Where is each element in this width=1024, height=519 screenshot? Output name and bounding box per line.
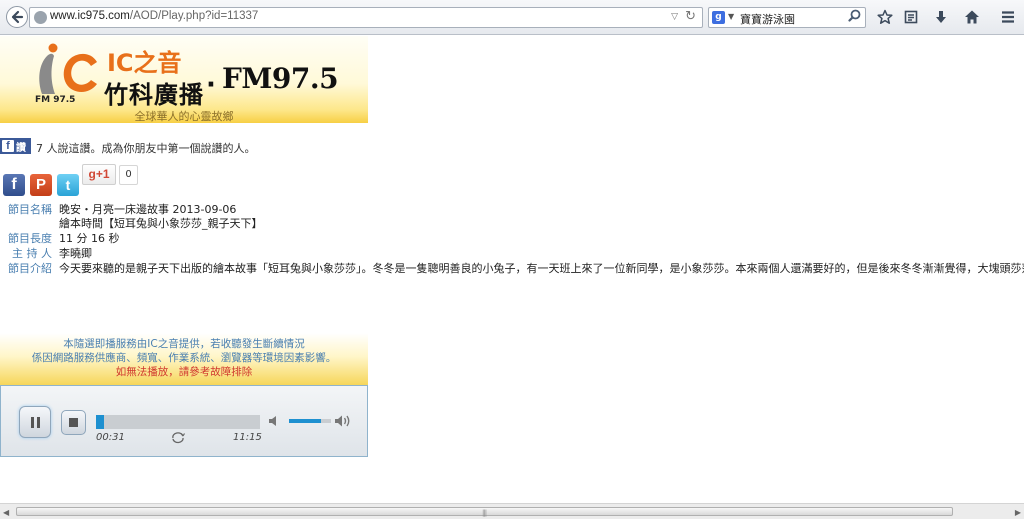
- search-magnifier-icon[interactable]: [848, 9, 861, 26]
- bookmarks-menu-icon[interactable]: [900, 6, 922, 28]
- volume-fill: [289, 419, 321, 423]
- google-plus-one-button[interactable]: g+1: [82, 164, 116, 185]
- program-length-label: 節目長度: [8, 232, 52, 245]
- logo-separator: ·: [206, 70, 216, 100]
- logo-frequency: FM97.5: [222, 62, 339, 95]
- logo-ic-text: IC之音: [107, 49, 182, 77]
- banner-slogan: 全球華人的心靈故鄉: [134, 110, 234, 123]
- program-length-value: 11 分 16 秒: [59, 232, 120, 245]
- facebook-like-button[interactable]: f 讚: [0, 138, 31, 154]
- logo-station-name: 竹科廣播: [104, 81, 204, 109]
- progress-fill: [96, 415, 104, 429]
- share-plurk-icon[interactable]: P: [30, 174, 52, 196]
- reload-icon[interactable]: ↻: [685, 9, 696, 24]
- home-icon[interactable]: [961, 6, 983, 28]
- troubleshooting-link[interactable]: 如無法播放，請參考故障排除: [0, 365, 368, 379]
- progress-bar[interactable]: [96, 415, 260, 429]
- hamburger-menu-icon[interactable]: [997, 6, 1019, 28]
- mute-icon[interactable]: [267, 414, 281, 428]
- audio-player: 00:31 11:15: [0, 385, 368, 457]
- scroll-left-icon[interactable]: ◀: [3, 508, 9, 517]
- total-time: 11:15: [233, 432, 262, 443]
- url-path: /AOD/Play.php?id=11337: [129, 10, 259, 22]
- program-host-value: 李曉卿: [59, 247, 92, 260]
- stop-button[interactable]: [61, 410, 86, 435]
- back-arrow-icon: [11, 10, 24, 24]
- url-text[interactable]: www.ic975.com/AOD/Play.php?id=11337: [50, 10, 258, 22]
- url-host: www.ic975.com: [50, 10, 130, 22]
- scroll-right-icon[interactable]: ▶: [1015, 508, 1021, 517]
- url-bar[interactable]: www.ic975.com/AOD/Play.php?id=11337 ▽ ↻: [29, 7, 703, 28]
- program-title-label: 節目名稱: [8, 203, 52, 216]
- pause-icon-bar: [30, 416, 34, 428]
- stop-icon: [69, 418, 78, 427]
- bookmark-star-icon[interactable]: [874, 6, 896, 28]
- program-host-label: 主 持 人: [12, 247, 52, 260]
- pause-icon-bar: [36, 416, 40, 428]
- volume-max-icon[interactable]: [334, 413, 352, 429]
- downloads-icon[interactable]: [930, 6, 952, 28]
- station-banner: FM 97.5 IC之音 竹科廣播 · FM97.5 全球華人的心靈故鄉: [0, 36, 368, 123]
- scrollbar-thumb[interactable]: |||: [16, 507, 953, 517]
- volume-slider[interactable]: [289, 419, 331, 423]
- program-intro-value: 今天要來聽的是親子天下出版的繪本故事「短耳兔與小象莎莎」。冬冬是一隻聰明善良的小…: [59, 262, 1024, 275]
- facebook-like-label: 讚: [16, 142, 26, 154]
- program-episode-value: 繪本時間【短耳兔與小象莎莎_親子天下】: [59, 217, 263, 230]
- search-bar[interactable]: g ▼ 寶寶游泳園: [708, 7, 866, 28]
- pause-button[interactable]: [19, 406, 51, 438]
- like-count-text: 7 人說這讚。成為你朋友中第一個說讚的人。: [36, 142, 256, 155]
- playback-notice: 本隨選即播服務由IC之音提供，若收聽發生斷續情況 係因網路服務供應商、頻寬、作業…: [0, 333, 368, 385]
- globe-icon: [34, 11, 47, 24]
- ic-logo-icon: [39, 43, 97, 94]
- logo-fm-small-text: FM 97.5: [35, 95, 76, 105]
- browser-toolbar: www.ic975.com/AOD/Play.php?id=11337 ▽ ↻ …: [0, 0, 1024, 35]
- search-engine-icon[interactable]: g: [712, 11, 725, 24]
- browser-window: www.ic975.com/AOD/Play.php?id=11337 ▽ ↻ …: [0, 0, 1024, 519]
- notice-line-2: 係因網路服務供應商、頻寬、作業系統、瀏覽器等環境因素影響。: [31, 352, 337, 364]
- scrollbar-grip-icon: |||: [482, 509, 487, 517]
- facebook-icon: f: [2, 140, 14, 152]
- search-engine-dropdown-icon[interactable]: ▼: [728, 12, 734, 21]
- url-history-dropdown-icon[interactable]: ▽: [671, 12, 678, 22]
- current-time: 00:31: [96, 432, 125, 443]
- horizontal-scrollbar[interactable]: ◀ ||| ▶: [0, 503, 1024, 519]
- program-intro-label: 節目介紹: [8, 262, 52, 275]
- share-twitter-icon[interactable]: t: [57, 174, 79, 196]
- share-facebook-icon[interactable]: f: [3, 174, 25, 196]
- notice-line-1: 本隨選即播服務由IC之音提供，若收聽發生斷續情況: [63, 338, 305, 350]
- search-input[interactable]: 寶寶游泳園: [740, 11, 795, 27]
- back-button[interactable]: [6, 6, 28, 28]
- google-plus-count: 0: [119, 165, 138, 185]
- repeat-icon[interactable]: [170, 430, 186, 444]
